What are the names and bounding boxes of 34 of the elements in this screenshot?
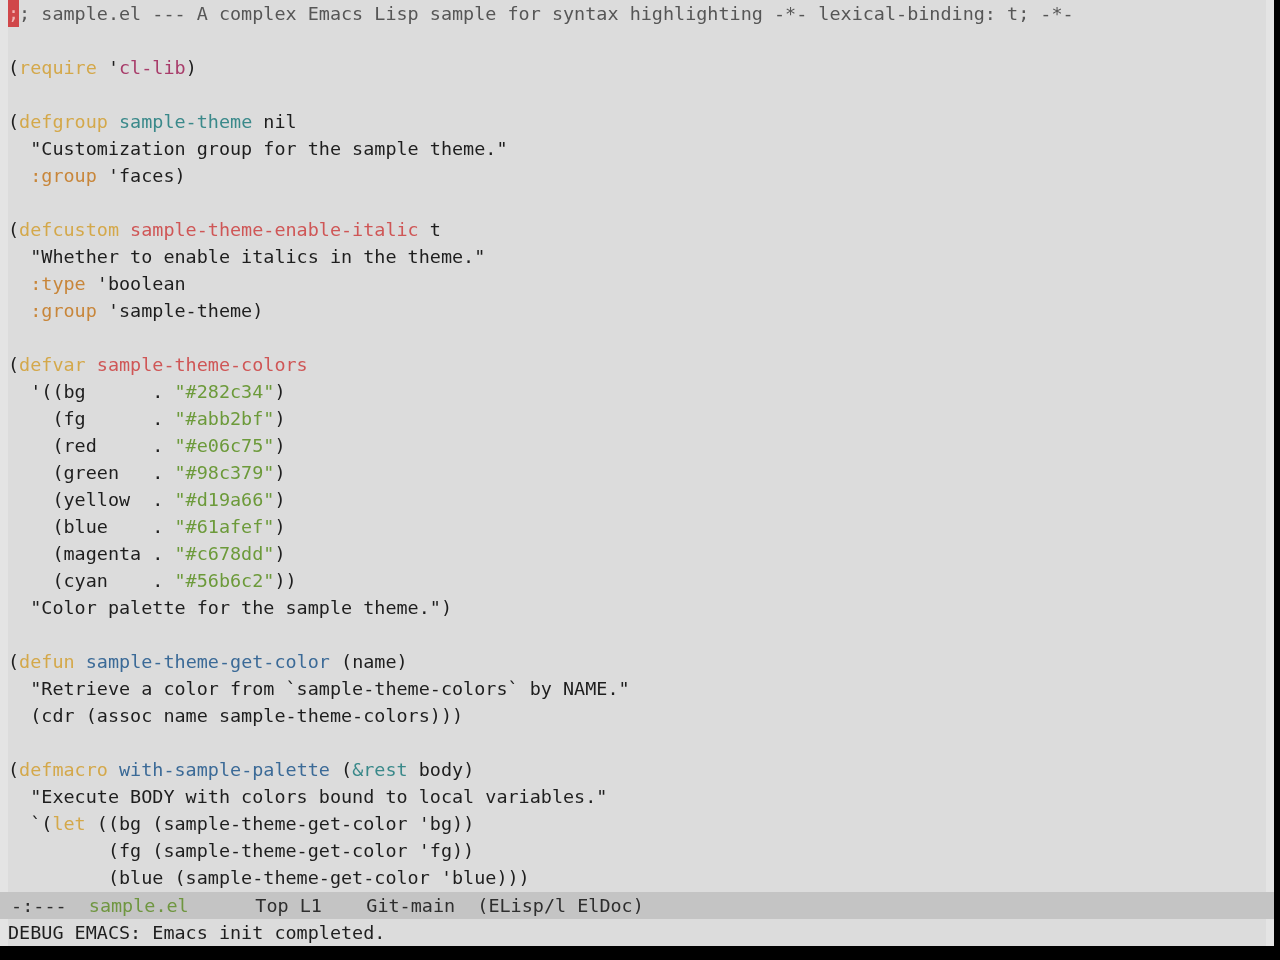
code-line: (blue (sample-theme-get-color 'blue))) — [107, 866, 530, 890]
buffer-status: -:--- — [11, 894, 67, 918]
code-line: :type 'boolean — [30, 272, 186, 296]
code-line: `(let ((bg (sample-theme-get-color 'bg)) — [30, 812, 475, 836]
code-line: :group 'sample-theme) — [30, 299, 264, 323]
code-line: (defcustom sample-theme-enable-italic t — [8, 218, 441, 242]
buffer-name: sample.el — [88, 894, 189, 918]
code-line: "Customization group for the sample theme." — [30, 137, 508, 161]
major-mode: (ELisp/l ElDoc) — [477, 894, 644, 918]
code-line: "Color palette for the sample theme.") — [30, 596, 452, 620]
code-line: (green . "#98c379") — [52, 461, 286, 485]
vc-branch: Git-main — [366, 894, 456, 918]
code-line: ; sample.el --- A complex Emacs Lisp sample for syntax highlighting -*- lexical-binding: t; -*- — [19, 2, 1074, 26]
code-line: (require 'cl-lib) — [8, 56, 197, 80]
code-line: (cdr (assoc name sample-theme-colors))) — [30, 704, 464, 728]
code-line: (yellow . "#d19a66") — [52, 488, 286, 512]
text-cursor: ; — [8, 0, 20, 27]
code-line: (cyan . "#56b6c2")) — [52, 569, 297, 593]
code-line: "Execute BODY with colors bound to local variables." — [30, 785, 608, 809]
code-line: (defvar sample-theme-colors — [8, 353, 308, 377]
code-line: (defgroup sample-theme nil — [8, 110, 297, 134]
code-line: (fg . "#abb2bf") — [52, 407, 286, 431]
code-line: (defmacro with-sample-palette (&rest body) — [8, 758, 475, 782]
code-line: (magenta . "#c678dd") — [52, 542, 286, 566]
code-line: '((bg . "#282c34") — [30, 380, 286, 404]
code-line: "Whether to enable italics in the theme." — [30, 245, 486, 269]
cursor-position: Top L1 — [255, 894, 322, 918]
code-line: (defun sample-theme-get-color (name) — [8, 650, 408, 674]
code-line: (red . "#e06c75") — [52, 434, 286, 458]
code-line: (fg (sample-theme-get-color 'fg)) — [107, 839, 475, 863]
echo-message: DEBUG EMACS: Emacs init completed. — [8, 921, 386, 945]
code-line: :group 'faces) — [30, 164, 186, 188]
code-line: (blue . "#61afef") — [52, 515, 286, 539]
code-line: "Retrieve a color from `sample-theme-colors` by NAME." — [30, 677, 630, 701]
